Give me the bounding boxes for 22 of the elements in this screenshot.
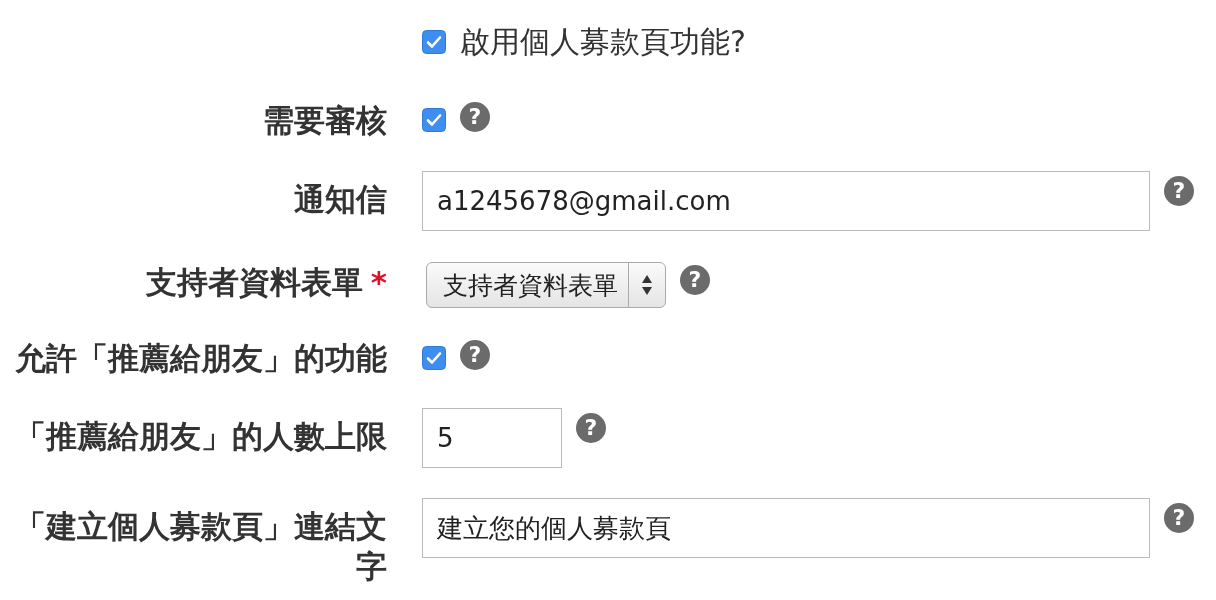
checkbox-label: 啟用個人募款頁功能? bbox=[460, 23, 746, 61]
help-icon[interactable]: ? bbox=[680, 265, 710, 295]
number-field[interactable]: 5 bbox=[422, 408, 562, 468]
help-icon[interactable]: ? bbox=[1164, 503, 1194, 533]
required-mark: * bbox=[370, 264, 387, 300]
help-icon[interactable]: ? bbox=[460, 340, 490, 370]
up-down-arrows-icon bbox=[641, 274, 653, 296]
checkbox[interactable] bbox=[422, 346, 446, 370]
help-icon[interactable]: ? bbox=[576, 413, 606, 443]
help-icon[interactable]: ? bbox=[460, 102, 490, 132]
field-label: 需要審核 bbox=[263, 102, 387, 138]
text-field[interactable]: a1245678@gmail.com bbox=[422, 171, 1150, 231]
field-label: 「推薦給朋友」的人數上限 bbox=[15, 418, 387, 454]
field-label: 支持者資料表單 bbox=[145, 264, 363, 300]
select-dropdown[interactable]: 支持者資料表單 bbox=[426, 262, 666, 308]
field-label: 「建立個人募款頁」連結文字 bbox=[15, 508, 387, 584]
text-field[interactable]: 建立您的個人募款頁 bbox=[422, 498, 1150, 558]
checkbox[interactable] bbox=[422, 30, 446, 54]
help-icon[interactable]: ? bbox=[1164, 176, 1194, 206]
field-label: 允許「推薦給朋友」的功能 bbox=[15, 340, 387, 376]
checkbox[interactable] bbox=[422, 108, 446, 132]
field-label: 通知信 bbox=[294, 181, 387, 217]
